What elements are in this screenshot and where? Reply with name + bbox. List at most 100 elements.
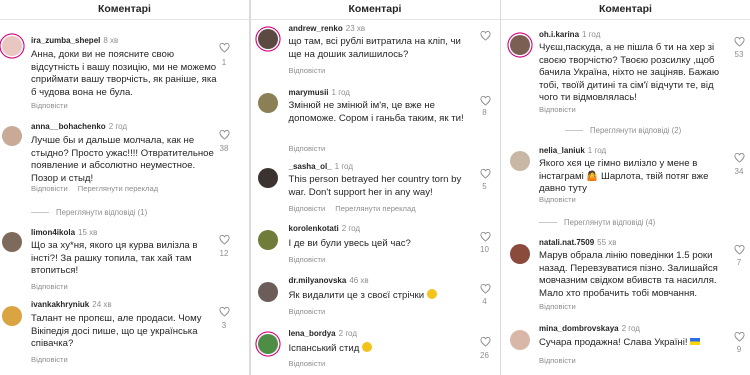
comment-username[interactable]: nelia_laniuk [539, 146, 585, 155]
heart-outline-icon[interactable] [479, 284, 491, 294]
translate-link[interactable]: Переглянути переклад [335, 204, 415, 213]
reply-link[interactable]: Відповісти [539, 195, 576, 204]
comment-time: 1 год [331, 88, 350, 97]
like-count: 1 [221, 58, 227, 67]
view-replies-link[interactable]: Переглянути відповіді (1) [31, 208, 147, 217]
comment-username[interactable]: marymusii [289, 88, 329, 97]
heart-outline-icon[interactable] [734, 153, 745, 163]
avatar[interactable] [257, 230, 278, 250]
avatar[interactable] [510, 151, 530, 171]
like-count: 4 [482, 297, 487, 306]
heart-outline-icon[interactable] [734, 332, 745, 342]
comment-username[interactable]: lena_bordya [289, 329, 336, 338]
comment-time: 2 год [338, 329, 357, 338]
reply-link[interactable]: Відповісти [289, 66, 326, 75]
comment-username[interactable]: _sasha_ol_ [289, 162, 332, 171]
heart-outline-icon[interactable] [219, 130, 230, 140]
heart-outline-icon[interactable] [219, 235, 230, 245]
comment-username[interactable]: oh.i.karina [539, 30, 579, 39]
comment-time: 55 хв [597, 238, 617, 247]
comments-panel-3: Коментарі oh.i.karina 1 год Чуєш,паскуда,… [501, 0, 750, 375]
heart-outline-icon[interactable] [479, 232, 491, 242]
comment-username[interactable]: andrew_renko [289, 24, 343, 33]
reply-link[interactable]: Відповісти [289, 204, 326, 213]
comment-time: 1 год [582, 30, 601, 39]
heart-outline-icon[interactable] [219, 307, 230, 317]
avatar[interactable] [257, 29, 278, 49]
comments-panel-2: Коментарі andrew_renko 23 хв що там, всі … [250, 0, 500, 375]
panel-title: Коментарі [501, 0, 750, 20]
panel-title: Коментарі [250, 0, 500, 20]
comment-text: This person betrayed her country torn by… [288, 174, 462, 198]
panel-title: Коментарі [0, 0, 249, 20]
comment-username[interactable]: anna__bohachenko [31, 122, 106, 131]
avatar[interactable] [2, 36, 22, 56]
comment-time: 1 год [334, 162, 353, 171]
reply-link[interactable]: Відповісти [539, 302, 576, 311]
heart-outline-icon[interactable] [479, 337, 491, 347]
reply-link[interactable]: Відповісти [539, 356, 576, 365]
avatar[interactable] [257, 334, 278, 354]
reply-link[interactable]: Відповісти [289, 307, 326, 316]
avatar[interactable] [2, 126, 22, 146]
reply-link[interactable]: Відповісти [31, 184, 68, 193]
like-count: 5 [482, 182, 487, 191]
view-replies-link[interactable]: Переглянути відповіді (4) [539, 218, 655, 227]
comment-text: І де ви були увесь цей час? [288, 238, 411, 249]
heart-outline-icon[interactable] [479, 31, 491, 41]
avatar[interactable] [2, 232, 22, 252]
like-count: 12 [219, 249, 229, 258]
translate-link[interactable]: Переглянути переклад [78, 184, 158, 193]
avatar[interactable] [257, 168, 278, 188]
heart-outline-icon[interactable] [479, 169, 491, 179]
comment-time: 1 год [587, 146, 607, 155]
comment-username[interactable]: ira_zumba_shepel [31, 36, 100, 45]
comment-time: 8 хв [103, 36, 119, 45]
comment-username[interactable]: dr.milyanovska [289, 276, 347, 285]
like-count: 38 [219, 144, 229, 153]
reply-link[interactable]: Відповісти [289, 255, 326, 264]
reply-link[interactable]: Відповісти [539, 105, 576, 114]
comment-time: 46 хв [349, 276, 369, 285]
heart-outline-icon[interactable] [734, 37, 745, 47]
reply-link[interactable]: Відповісти [31, 282, 68, 291]
view-replies-link[interactable]: Переглянути відповіді (2) [565, 126, 681, 135]
reply-link[interactable]: Відповісти [289, 144, 326, 153]
avatar[interactable] [257, 93, 278, 113]
heart-outline-icon[interactable] [219, 43, 230, 53]
comment-username[interactable]: korolenkotati [289, 224, 339, 233]
comment-time: 24 хв [92, 300, 112, 309]
reply-link[interactable]: Відповісти [31, 101, 68, 110]
avatar[interactable] [510, 330, 530, 350]
comment-username[interactable]: natali.nat.7509 [539, 238, 594, 247]
like-count: 8 [482, 108, 487, 117]
like-count: 26 [480, 351, 489, 360]
avatar[interactable] [2, 306, 22, 326]
heart-outline-icon[interactable] [479, 96, 491, 106]
comment-text: Лучше бы и дальше молчала, как не стыдно… [31, 135, 214, 184]
comment-text: Талант не пропєш, але продаси. Чому Вікі… [31, 313, 202, 350]
comment-time: 15 хв [78, 228, 98, 237]
avatar[interactable] [510, 35, 530, 55]
avatar[interactable] [257, 282, 278, 302]
comment-text: Сучара продажна! Слава Україні! [539, 337, 688, 348]
like-count: 53 [734, 50, 744, 59]
avatar[interactable] [510, 244, 530, 264]
comment-text: Чуєш,паскуда, а не пішла б ти на хер зі … [539, 42, 720, 104]
comment-text: Як видалити це з своєї стрічки [288, 290, 425, 301]
like-count: 10 [480, 245, 489, 254]
comment-username[interactable]: ivankakhryniuk [31, 300, 89, 309]
heart-outline-icon[interactable] [734, 245, 745, 255]
reply-link[interactable]: Відповісти [289, 359, 326, 368]
comment-username[interactable]: limon4ikola [31, 228, 75, 237]
like-count: 9 [736, 345, 742, 354]
comment-username[interactable]: mina_dombrovskaya [539, 324, 619, 333]
comment-text: Марув обрала лінію поведінки 1.5 роки на… [539, 250, 718, 299]
reply-link[interactable]: Відповісти [31, 355, 68, 364]
comment-time: 23 хв [345, 24, 366, 33]
comment-text: Анна, доки ви не поясните свою відсутніс… [31, 49, 217, 98]
like-count: 34 [734, 167, 744, 176]
comment-text: що там, всі рублі витратила на кліп, чи … [288, 36, 461, 60]
comment-text: Якого хєя це гімно вилізло у мене в інст… [539, 158, 709, 195]
comment-time: 2 год [621, 324, 640, 333]
